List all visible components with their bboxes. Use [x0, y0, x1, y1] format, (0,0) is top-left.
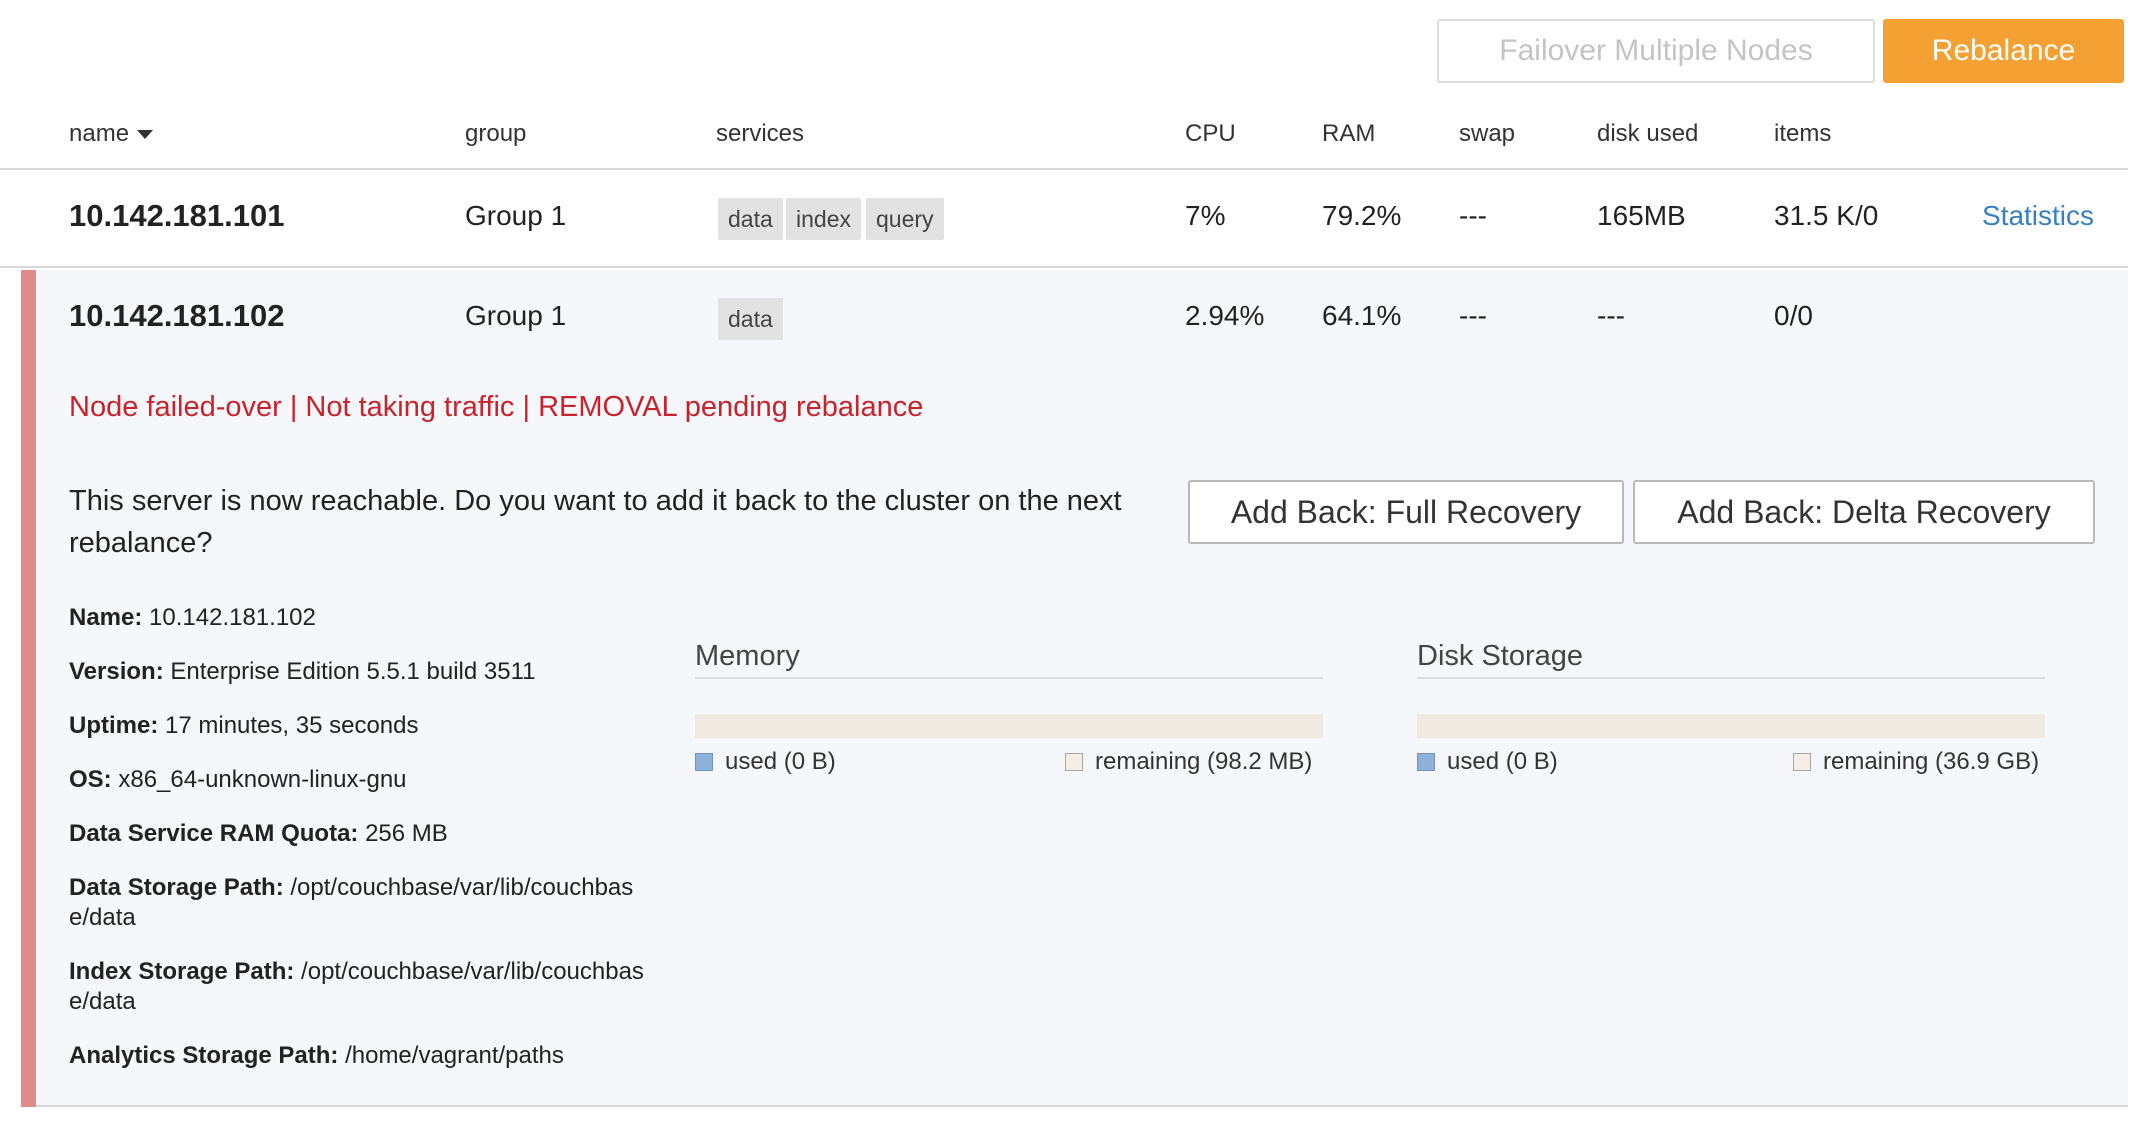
service-tag-index: index [786, 198, 861, 240]
column-header-services: services [716, 120, 805, 147]
detail-index-path-label: Index Storage Path: [69, 958, 295, 985]
node-cpu: 2.94% [1185, 300, 1265, 331]
column-header-items: items [1774, 120, 1832, 147]
remaining-swatch-icon [1065, 753, 1083, 771]
detail-ram-quota: Data Service RAM Quota: 256 MB [69, 819, 448, 849]
detail-uptime: Uptime: 17 minutes, 35 seconds [69, 711, 419, 741]
server-row-expanded: 10.142.181.102 Group 1 data 2.94% 64.1% … [36, 270, 2128, 1107]
disk-used-legend: used (0 B) [1417, 748, 1558, 776]
rebalance-button[interactable]: Rebalance [1883, 19, 2124, 83]
add-back-prompt: This server is now reachable. Do you wan… [69, 485, 1122, 559]
detail-ram-quota-value: 256 MB [365, 820, 448, 847]
detail-version-value: Enterprise Edition 5.5.1 build 3511 [170, 658, 536, 685]
memory-remaining-legend: remaining (98.2 MB) [1065, 748, 1312, 776]
column-header-swap: swap [1459, 120, 1516, 147]
detail-data-path: Data Storage Path: /opt/couchbase/var/li… [69, 873, 649, 933]
detail-analytics-path: Analytics Storage Path: /home/vagrant/pa… [69, 1041, 564, 1071]
node-cpu: 7% [1185, 200, 1226, 231]
server-row[interactable]: 10.142.181.101 Group 1 data index query … [0, 170, 2128, 268]
disk-remaining-label: remaining (36.9 GB) [1823, 748, 2040, 775]
column-header-ram: RAM [1322, 120, 1376, 147]
statistics-link[interactable]: Statistics [1982, 200, 2094, 232]
detail-os: OS: x86_64-unknown-linux-gnu [69, 765, 407, 795]
node-disk-used: --- [1597, 300, 1625, 331]
used-swatch-icon [695, 753, 713, 771]
detail-ram-quota-label: Data Service RAM Quota: [69, 820, 359, 847]
node-items: 0/0 [1774, 300, 1813, 331]
disk-remaining-legend: remaining (36.9 GB) [1793, 748, 2039, 776]
failover-multiple-nodes-button[interactable]: Failover Multiple Nodes [1437, 19, 1875, 83]
service-tag-data: data [718, 198, 783, 240]
node-name: 10.142.181.102 [69, 298, 285, 333]
detail-uptime-value: 17 minutes, 35 seconds [165, 712, 419, 739]
service-tag-data: data [718, 298, 783, 340]
column-header-cpu: CPU [1185, 120, 1236, 147]
column-header-group: group [465, 120, 527, 147]
disk-storage-gauge-divider [1417, 677, 2045, 679]
node-group: Group 1 [465, 300, 567, 331]
memory-remaining-label: remaining (98.2 MB) [1095, 748, 1313, 775]
memory-gauge-title: Memory [695, 640, 800, 672]
node-items: 31.5 K/0 [1774, 200, 1879, 231]
memory-used-label: used (0 B) [725, 748, 836, 775]
add-back-delta-recovery-button[interactable]: Add Back: Delta Recovery [1633, 480, 2095, 544]
detail-analytics-path-label: Analytics Storage Path: [69, 1042, 339, 1069]
add-back-full-recovery-button[interactable]: Add Back: Full Recovery [1188, 480, 1624, 544]
disk-used-label: used (0 B) [1447, 748, 1558, 775]
service-tag-query: query [866, 198, 944, 240]
column-header-name-label: name [69, 120, 130, 147]
node-ram: 79.2% [1322, 200, 1402, 231]
detail-version: Version: Enterprise Edition 5.5.1 build … [69, 657, 536, 687]
sort-caret-icon [137, 130, 154, 140]
node-status-message: Node failed-over | Not taking traffic | … [69, 391, 924, 423]
column-header-name[interactable]: name [69, 110, 154, 170]
detail-index-path: Index Storage Path: /opt/couchbase/var/l… [69, 957, 649, 1017]
detail-data-path-label: Data Storage Path: [69, 874, 284, 901]
memory-used-legend: used (0 B) [695, 748, 836, 776]
node-swap: --- [1459, 200, 1487, 231]
used-swatch-icon [1417, 753, 1435, 771]
detail-name-label: Name: [69, 604, 143, 631]
detail-os-label: OS: [69, 766, 112, 793]
disk-storage-usage-bar [1417, 714, 2045, 738]
detail-analytics-path-value: /home/vagrant/paths [345, 1042, 564, 1069]
detail-uptime-label: Uptime: [69, 712, 159, 739]
remaining-swatch-icon [1793, 753, 1811, 771]
node-name: 10.142.181.101 [69, 198, 285, 233]
node-group: Group 1 [465, 200, 567, 231]
detail-version-label: Version: [69, 658, 164, 685]
column-header-disk-used: disk used [1597, 120, 1699, 147]
node-swap: --- [1459, 300, 1487, 331]
node-ram: 64.1% [1322, 300, 1402, 331]
detail-name-value: 10.142.181.102 [149, 604, 316, 631]
memory-usage-bar [695, 714, 1323, 738]
node-disk-used: 165MB [1597, 200, 1686, 231]
servers-table-header: name group services CPU RAM swap disk us… [0, 110, 2128, 170]
detail-os-value: x86_64-unknown-linux-gnu [118, 766, 407, 793]
detail-name: Name: 10.142.181.102 [69, 603, 316, 633]
node-status-bar-failed [21, 270, 36, 1107]
disk-storage-gauge-title: Disk Storage [1417, 640, 1584, 672]
memory-gauge-divider [695, 677, 1323, 679]
